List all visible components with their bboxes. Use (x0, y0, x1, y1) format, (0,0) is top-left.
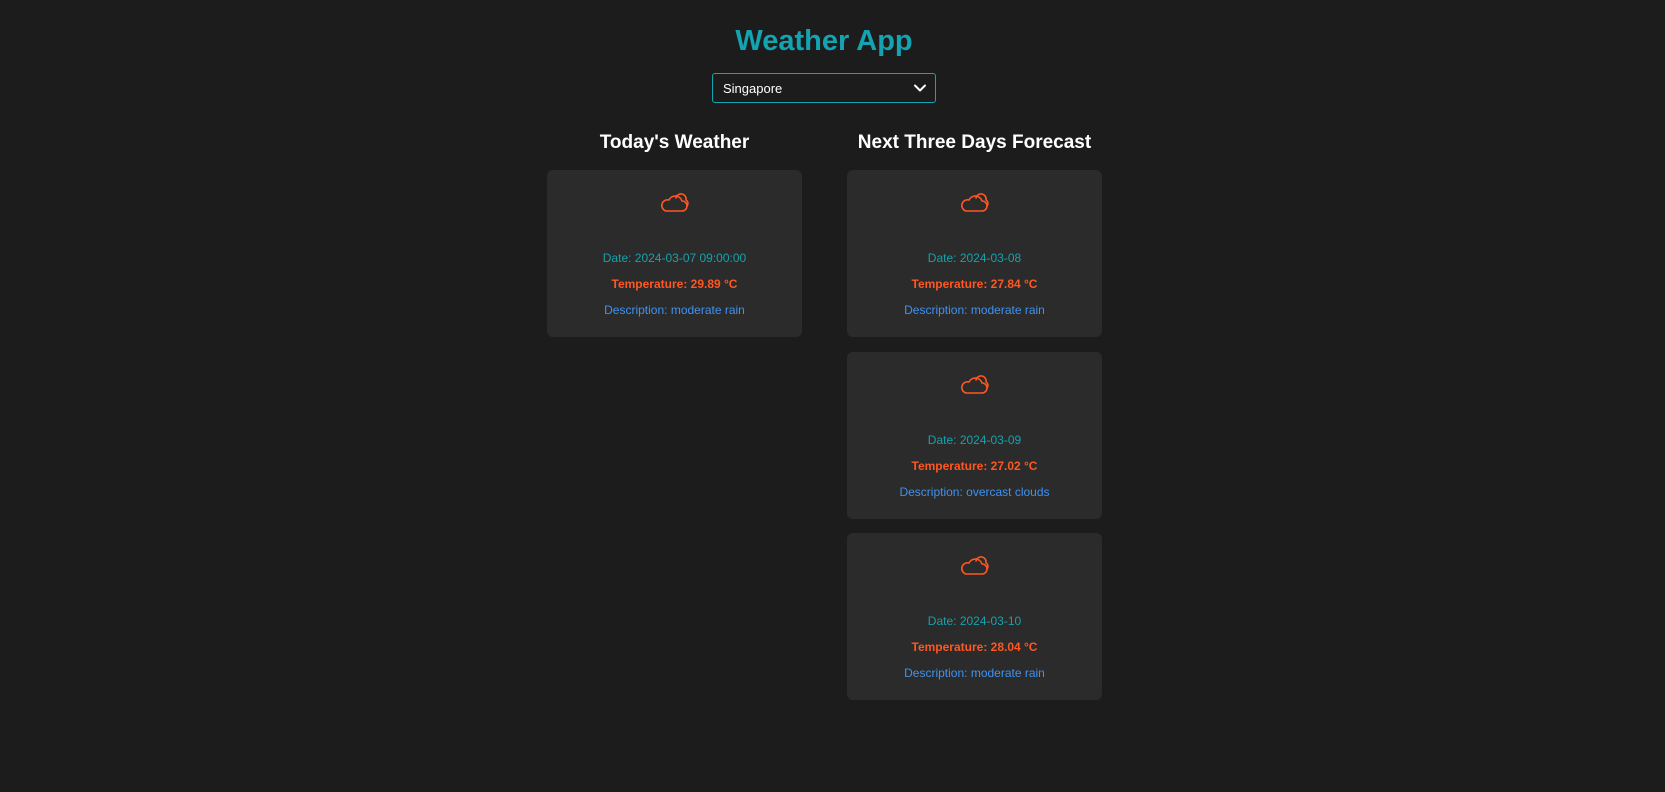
weather-temperature: Temperature: 29.89 °C (611, 277, 738, 291)
forecast-description: Description: overcast clouds (899, 485, 1050, 499)
cloud-icon (961, 375, 989, 394)
weather-description: Description: moderate rain (604, 303, 745, 317)
forecast-temperature: Temperature: 28.04 °C (911, 640, 1038, 654)
forecast-temperature: Temperature: 27.02 °C (911, 459, 1038, 473)
today-weather-card: Date: 2024-03-07 09:00:00 Temperature: 2… (547, 170, 802, 337)
weather-app: Weather App Singapore Today's Weather Da… (0, 0, 1665, 792)
city-select[interactable]: Singapore (712, 73, 936, 103)
forecast-description: Description: moderate rain (904, 303, 1045, 317)
forecast-date: Date: 2024-03-08 (927, 251, 1022, 265)
forecast-date: Date: 2024-03-10 (927, 614, 1022, 628)
forecast-temperature: Temperature: 27.84 °C (911, 277, 1038, 291)
forecast-card: Date: 2024-03-09 Temperature: 27.02 °C D… (847, 352, 1102, 519)
today-heading: Today's Weather (599, 132, 750, 153)
chevron-down-icon (914, 84, 926, 92)
cloud-icon (661, 193, 689, 212)
cloud-icon (961, 193, 989, 212)
cloud-icon (961, 556, 989, 575)
forecast-card: Date: 2024-03-08 Temperature: 27.84 °C D… (847, 170, 1102, 337)
forecast-card: Date: 2024-03-10 Temperature: 28.04 °C D… (847, 533, 1102, 700)
page-title: Weather App (735, 25, 913, 57)
weather-date: Date: 2024-03-07 09:00:00 (602, 251, 747, 265)
city-select-value: Singapore (723, 80, 783, 96)
forecast-description: Description: moderate rain (904, 666, 1045, 680)
forecast-heading: Next Three Days Forecast (857, 132, 1092, 153)
forecast-date: Date: 2024-03-09 (927, 433, 1022, 447)
